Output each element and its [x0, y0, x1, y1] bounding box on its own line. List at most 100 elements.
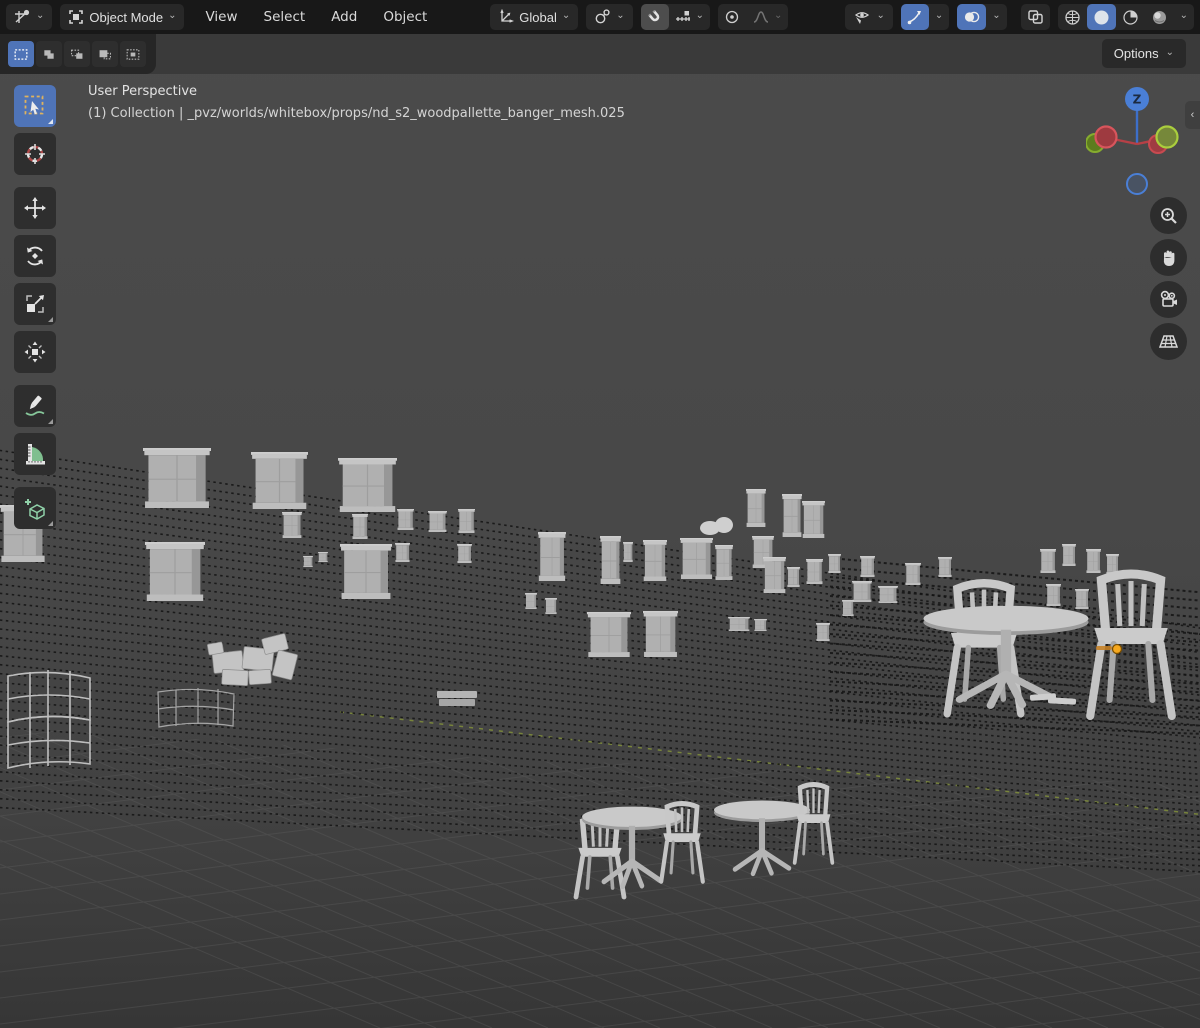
snap-target-select[interactable]: ⌄ — [669, 4, 710, 30]
select-mode-subtract[interactable] — [64, 41, 90, 67]
show-object-types-icon — [853, 9, 871, 25]
show-overlays-icon — [963, 9, 980, 25]
chevron-down-icon: ⌄ — [36, 11, 44, 21]
proportional-toggle[interactable] — [718, 4, 746, 30]
select-mode-intersect[interactable] — [120, 41, 146, 67]
shading-wireframe[interactable] — [1058, 4, 1087, 30]
chevron-down-icon: ⌄ — [562, 11, 570, 21]
shading-dropdown[interactable]: ⌄ — [1174, 4, 1194, 30]
gizmo-y-pos-ball[interactable] — [1157, 127, 1178, 148]
select-extend-icon — [42, 47, 56, 62]
show-gizmo-icon — [907, 9, 923, 25]
zoom-button[interactable] — [1150, 197, 1187, 234]
menu-object[interactable]: Object — [372, 4, 438, 30]
transform-icon — [23, 340, 47, 364]
menu-add[interactable]: Add — [320, 4, 368, 30]
viewport-header: ⌄ Object Mode ⌄ View Select Add Object G… — [0, 0, 1200, 34]
shading-material[interactable] — [1116, 4, 1145, 30]
show-overlays-toggle[interactable] — [957, 4, 986, 30]
annotate-icon — [23, 394, 47, 418]
tool-cursor[interactable] — [14, 133, 56, 175]
select-mode-set[interactable] — [8, 41, 34, 67]
gizmos-dropdown[interactable]: ⌄ — [929, 4, 949, 30]
select-set-icon — [14, 47, 28, 62]
tool-add-cube[interactable] — [14, 487, 56, 529]
camera-view-button[interactable] — [1150, 281, 1187, 318]
show-gizmos-toggle[interactable] — [901, 4, 929, 30]
toggle-xray-icon — [1027, 9, 1044, 25]
chevron-down-icon: ⌄ — [696, 11, 704, 21]
chevron-down-icon: ⌄ — [616, 11, 624, 21]
chevron-down-icon: ⌄ — [1166, 48, 1174, 58]
chevron-down-icon: ⌄ — [1180, 11, 1188, 21]
chevron-down-icon: ⌄ — [168, 11, 176, 21]
tool-transform[interactable] — [14, 331, 56, 373]
solid-icon — [1093, 9, 1110, 26]
select-intersect-icon — [126, 47, 140, 62]
magnet-icon — [647, 9, 663, 25]
gizmo-z-label: Z — [1133, 93, 1142, 107]
mode-label: Object Mode — [89, 10, 163, 25]
perspective-label: User Perspective — [88, 84, 625, 99]
navigation-gizmo[interactable]: Z — [1086, 84, 1188, 196]
select-box-icon — [23, 94, 47, 118]
wireframe-icon — [1064, 9, 1081, 26]
viewport-canvas[interactable] — [0, 0, 1200, 1028]
falloff-curve-icon — [752, 9, 770, 25]
camera-view-icon — [1158, 289, 1179, 310]
snap-toggle[interactable] — [641, 4, 669, 30]
orientation-select[interactable]: Global ⌄ — [490, 4, 578, 30]
proportional-group: ⌄ — [718, 4, 788, 30]
menu-select[interactable]: Select — [253, 4, 317, 30]
select-subtract-icon — [70, 47, 84, 62]
measure-icon — [23, 442, 47, 466]
editor-type-button[interactable]: ⌄ — [6, 4, 52, 30]
pivot-point-icon — [594, 9, 611, 25]
viewport-nav-buttons — [1150, 197, 1187, 360]
shading-rendered[interactable] — [1145, 4, 1174, 30]
visibility-dropdown[interactable]: ⌄ — [845, 4, 892, 30]
scale-icon — [23, 292, 47, 316]
proportional-editing-icon — [724, 9, 740, 25]
viewport-info-text: User Perspective (1) Collection | _pvz/w… — [88, 84, 625, 121]
tool-rotate[interactable] — [14, 235, 56, 277]
select-invert-icon — [98, 47, 112, 62]
collection-breadcrumb: (1) Collection | _pvz/worlds/whitebox/pr… — [88, 106, 625, 121]
pivot-point-select[interactable]: ⌄ — [586, 4, 632, 30]
pan-button[interactable] — [1150, 239, 1187, 276]
tool-move[interactable] — [14, 187, 56, 229]
tool-settings-bar: Options ⌄ — [0, 34, 1200, 74]
chevron-down-icon: ⌄ — [876, 11, 884, 21]
move-icon — [23, 196, 47, 220]
global-axes-icon — [498, 9, 514, 25]
select-mode-extend[interactable] — [36, 41, 62, 67]
select-mode-group — [0, 34, 156, 74]
object-mode-icon — [68, 9, 84, 25]
gizmo-z-neg-ball[interactable] — [1127, 174, 1147, 194]
tool-select-box[interactable] — [14, 85, 56, 127]
pan-hand-icon — [1159, 248, 1179, 268]
tool-annotate[interactable] — [14, 385, 56, 427]
xray-toggle[interactable] — [1021, 4, 1050, 30]
shading-solid[interactable] — [1087, 4, 1116, 30]
snap-group: ⌄ — [641, 4, 710, 30]
viewport-background — [0, 0, 1200, 1028]
tool-scale[interactable] — [14, 283, 56, 325]
zoom-icon — [1159, 206, 1179, 226]
shading-group: ⌄ — [1058, 4, 1194, 30]
gizmos-group: ⌄ — [901, 4, 949, 30]
mode-select[interactable]: Object Mode ⌄ — [60, 4, 184, 30]
menu-view[interactable]: View — [194, 4, 248, 30]
gizmo-x-neg-ball[interactable] — [1096, 127, 1117, 148]
snap-increment-icon — [675, 9, 692, 25]
tool-measure[interactable] — [14, 433, 56, 475]
perspective-toggle-button[interactable] — [1150, 323, 1187, 360]
falloff-select[interactable]: ⌄ — [746, 4, 788, 30]
select-mode-invert[interactable] — [92, 41, 118, 67]
options-button[interactable]: Options ⌄ — [1102, 39, 1186, 68]
add-cube-icon — [22, 495, 48, 521]
menu-bar: View Select Add Object — [194, 4, 438, 30]
orientation-label: Global — [519, 10, 557, 25]
chevron-down-icon: ⌄ — [992, 11, 1000, 21]
overlays-dropdown[interactable]: ⌄ — [986, 4, 1006, 30]
